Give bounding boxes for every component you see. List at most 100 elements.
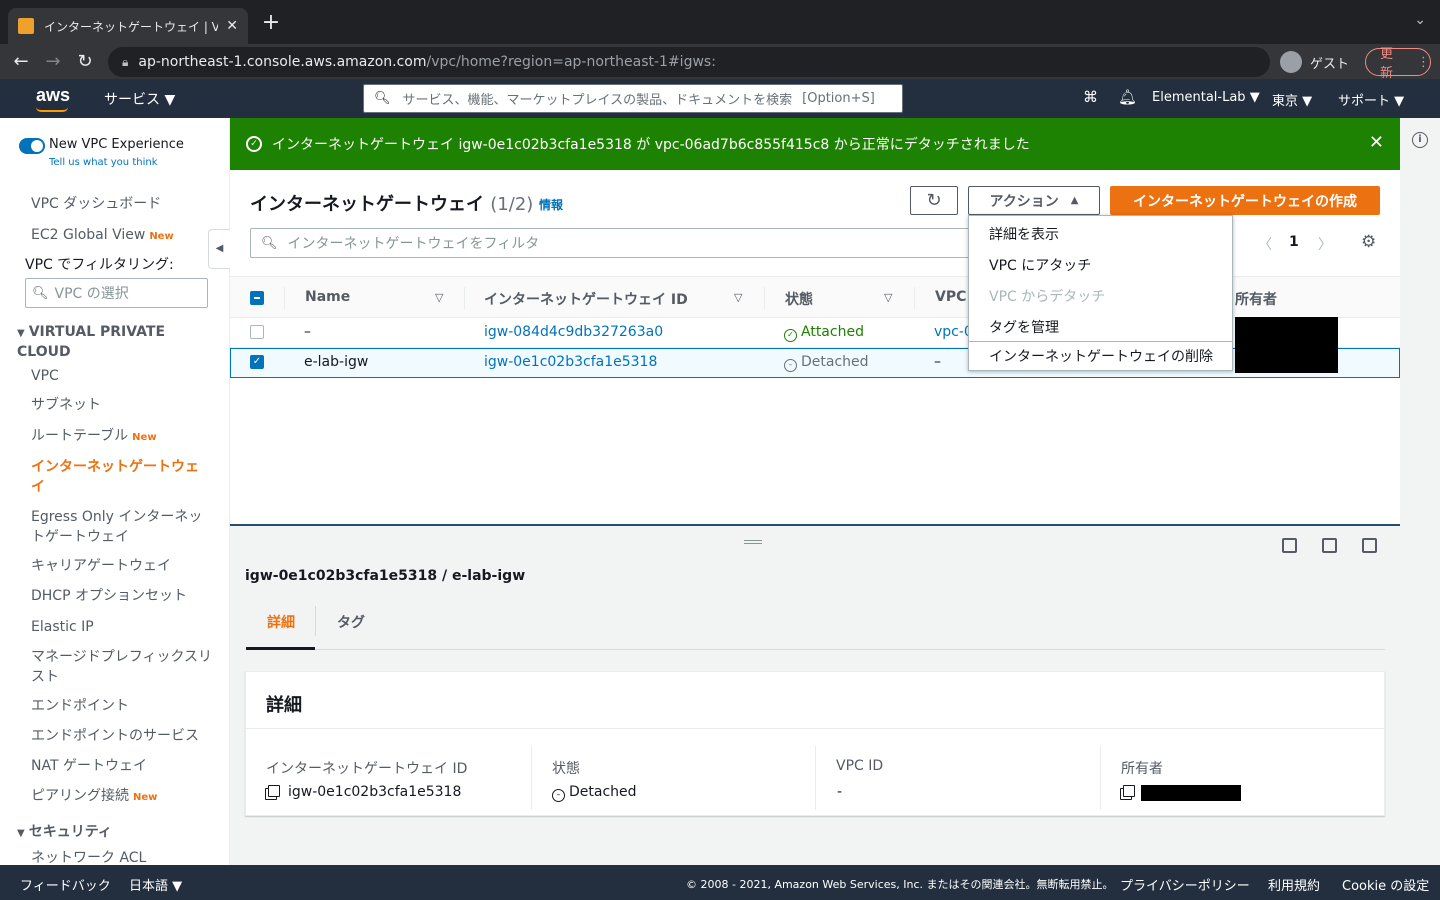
close-icon[interactable]: ✕ [1369, 132, 1384, 153]
forward-icon[interactable]: → [40, 49, 66, 75]
more-vert-icon: ⋮ [1417, 54, 1430, 70]
sidebar-item-managed-prefix-lists[interactable]: マネージドプレフィックスリスト [31, 647, 213, 687]
update-label: 更新 [1380, 47, 1394, 81]
sidebar-item-label: Elastic IP [31, 619, 94, 635]
sidebar-item-vpc-dashboard[interactable]: VPC ダッシュボード [31, 194, 216, 214]
split-side-icon[interactable] [1322, 538, 1337, 553]
sort-icon[interactable]: ▽ [734, 291, 742, 304]
info-link[interactable]: 情報 [539, 196, 563, 213]
account-menu[interactable]: Elemental-Lab ▼ [1152, 90, 1260, 105]
section-security[interactable]: ▼ セキュリティ [17, 823, 112, 843]
global-search-input[interactable]: 🔍︎ サービス、機能、マーケットプレイスの製品、ドキュメントを検索 [Optio… [363, 84, 903, 113]
refresh-button[interactable]: ↻ [910, 186, 958, 215]
account-label: Elemental-Lab [1152, 90, 1246, 105]
sidebar-item-egress-only-igw[interactable]: Egress Only インターネットゲートウェイ [31, 507, 213, 547]
sidebar-item-internet-gateways[interactable]: インターネットゲートウェイ [31, 457, 206, 497]
tab-tags[interactable]: タグ [337, 612, 365, 632]
sidebar-item-network-acl[interactable]: ネットワーク ACL [31, 848, 216, 865]
sidebar-item-route-tables[interactable]: ルートテーブル New [31, 426, 216, 448]
search-icon: 🔍︎ [32, 285, 49, 301]
copyright: © 2008 - 2021, Amazon Web Services, Inc.… [686, 878, 1114, 891]
update-button[interactable]: 更新 ⋮ [1365, 47, 1431, 81]
sidebar-item-endpoint-services[interactable]: エンドポイントのサービス [31, 726, 216, 746]
vpc-filter-label: VPC でフィルタリング: [25, 257, 174, 273]
language-menu[interactable]: 日本語 ▼ [129, 875, 182, 894]
tab-close-icon[interactable]: ✕ [226, 18, 238, 34]
region-menu[interactable]: 東京 ▼ [1272, 90, 1312, 109]
info-icon[interactable]: i [1412, 132, 1428, 148]
menu-item-view-details[interactable]: 詳細を表示 [989, 224, 1059, 244]
search-icon: 🔍︎ [374, 91, 391, 106]
new-tab-button[interactable]: + [258, 10, 284, 36]
row-checkbox[interactable]: ✓ [250, 355, 264, 369]
feedback-link[interactable]: フィードバック [20, 875, 111, 894]
col-owner[interactable]: 所有者 [1235, 289, 1277, 309]
split-full-icon[interactable] [1362, 538, 1377, 553]
services-menu[interactable]: サービス ▼ [104, 89, 175, 109]
row-igw-id-link[interactable]: igw-0e1c02b3cfa1e5318 [484, 354, 657, 370]
sidebar: New VPC Experience Tell us what you thin… [0, 118, 230, 865]
sidebar-item-label: DHCP オプションセット [31, 588, 187, 604]
col-state[interactable]: 状態 [785, 289, 813, 309]
create-igw-button[interactable]: インターネットゲートウェイの作成 [1110, 186, 1380, 215]
url-input[interactable]: 🔒︎ ap-northeast-1.console.aws.amazon.com… [108, 47, 1270, 77]
split-panel-divider[interactable] [230, 524, 1400, 526]
sidebar-item-subnets[interactable]: サブネット [31, 395, 216, 415]
sidebar-item-dhcp-options[interactable]: DHCP オプションセット [31, 586, 216, 606]
menu-item-manage-tags[interactable]: タグを管理 [989, 317, 1059, 337]
row-checkbox[interactable] [250, 325, 264, 339]
field-label-owner: 所有者 [1121, 761, 1163, 777]
url-path: /vpc/home?region=ap-northeast-1#igws: [426, 54, 716, 70]
actions-button[interactable]: アクション ▲ [968, 186, 1100, 215]
feedback-link[interactable]: Tell us what you think [49, 157, 158, 168]
browser-tab[interactable]: インターネットゲートウェイ | VPC ✕ [8, 8, 248, 44]
copy-icon[interactable] [268, 785, 280, 797]
menu-item-attach-vpc[interactable]: VPC にアタッチ [989, 255, 1091, 275]
sidebar-item-ec2-global-view[interactable]: EC2 Global View New [31, 225, 216, 247]
cookie-settings-link[interactable]: Cookie の設定 [1342, 875, 1429, 894]
sidebar-collapse-button[interactable]: ◀ [208, 229, 230, 269]
support-menu[interactable]: サポート ▼ [1338, 90, 1404, 109]
menu-item-delete-igw[interactable]: インターネットゲートウェイの削除 [969, 341, 1232, 371]
field-label-vpc-id: VPC ID [836, 758, 884, 774]
prev-page-icon[interactable]: 〈 [1258, 234, 1272, 254]
row-igw-id-link[interactable]: igw-084d4c9db327263a0 [484, 324, 663, 340]
row-vpc-link[interactable]: vpc-0 [934, 324, 973, 340]
terms-link[interactable]: 利用規約 [1268, 875, 1320, 894]
filter-input[interactable]: 🔍︎ インターネットゲートウェイをフィルタ [250, 228, 970, 258]
sidebar-item-endpoints[interactable]: エンドポイント [31, 696, 216, 716]
col-igw-id[interactable]: インターネットゲートウェイ ID [484, 289, 688, 309]
details-card: 詳細 インターネットゲートウェイ ID igw-0e1c02b3cfa1e531… [245, 671, 1385, 816]
sidebar-item-vpc[interactable]: VPC [31, 366, 216, 386]
tab-details[interactable]: 詳細 [267, 612, 295, 632]
sidebar-item-carrier-gateways[interactable]: キャリアゲートウェイ [31, 556, 216, 576]
cloudshell-icon[interactable]: ⌘ [1083, 88, 1098, 106]
aws-logo[interactable]: aws [36, 85, 70, 112]
select-all-checkbox[interactable] [250, 291, 264, 305]
sidebar-item-elastic-ip[interactable]: Elastic IP [31, 617, 216, 637]
resize-grip-icon[interactable] [744, 540, 762, 544]
back-icon[interactable]: ← [8, 49, 34, 75]
sidebar-item-label: インターネットゲートウェイ [31, 459, 199, 495]
sort-icon[interactable]: ▽ [884, 291, 892, 304]
vpc-filter-select[interactable]: 🔍︎ VPC の選択 [25, 278, 208, 308]
sidebar-item-peering-connections[interactable]: ピアリング接続 New [31, 786, 216, 808]
page-number[interactable]: 1 [1289, 234, 1299, 250]
new-vpc-experience-toggle[interactable] [19, 138, 45, 154]
sort-icon[interactable]: ▽ [435, 291, 443, 304]
section-virtual-private-cloud[interactable]: ▼ VIRTUAL PRIVATE CLOUD [17, 323, 207, 361]
col-name[interactable]: Name [305, 289, 350, 305]
tab-search-icon[interactable]: ⌄ [1414, 12, 1426, 28]
success-flash: ✓ インターネットゲートウェイ igw-0e1c02b3cfa1e5318 が … [230, 118, 1400, 170]
field-label-igw-id: インターネットゲートウェイ ID [266, 761, 468, 777]
reload-icon[interactable]: ↻ [72, 49, 98, 75]
sidebar-item-nat-gateways[interactable]: NAT ゲートウェイ [31, 756, 216, 776]
gear-icon[interactable]: ⚙ [1361, 232, 1376, 252]
privacy-link[interactable]: プライバシーポリシー [1120, 875, 1250, 894]
copy-icon[interactable] [1123, 785, 1135, 797]
new-vpc-experience-label: New VPC Experience [49, 137, 184, 152]
split-bottom-icon[interactable] [1282, 538, 1297, 553]
profile-button[interactable]: ゲスト [1280, 48, 1349, 76]
bell-icon[interactable]: 🔔︎ [1118, 88, 1137, 106]
next-page-icon[interactable]: 〉 [1318, 234, 1332, 254]
